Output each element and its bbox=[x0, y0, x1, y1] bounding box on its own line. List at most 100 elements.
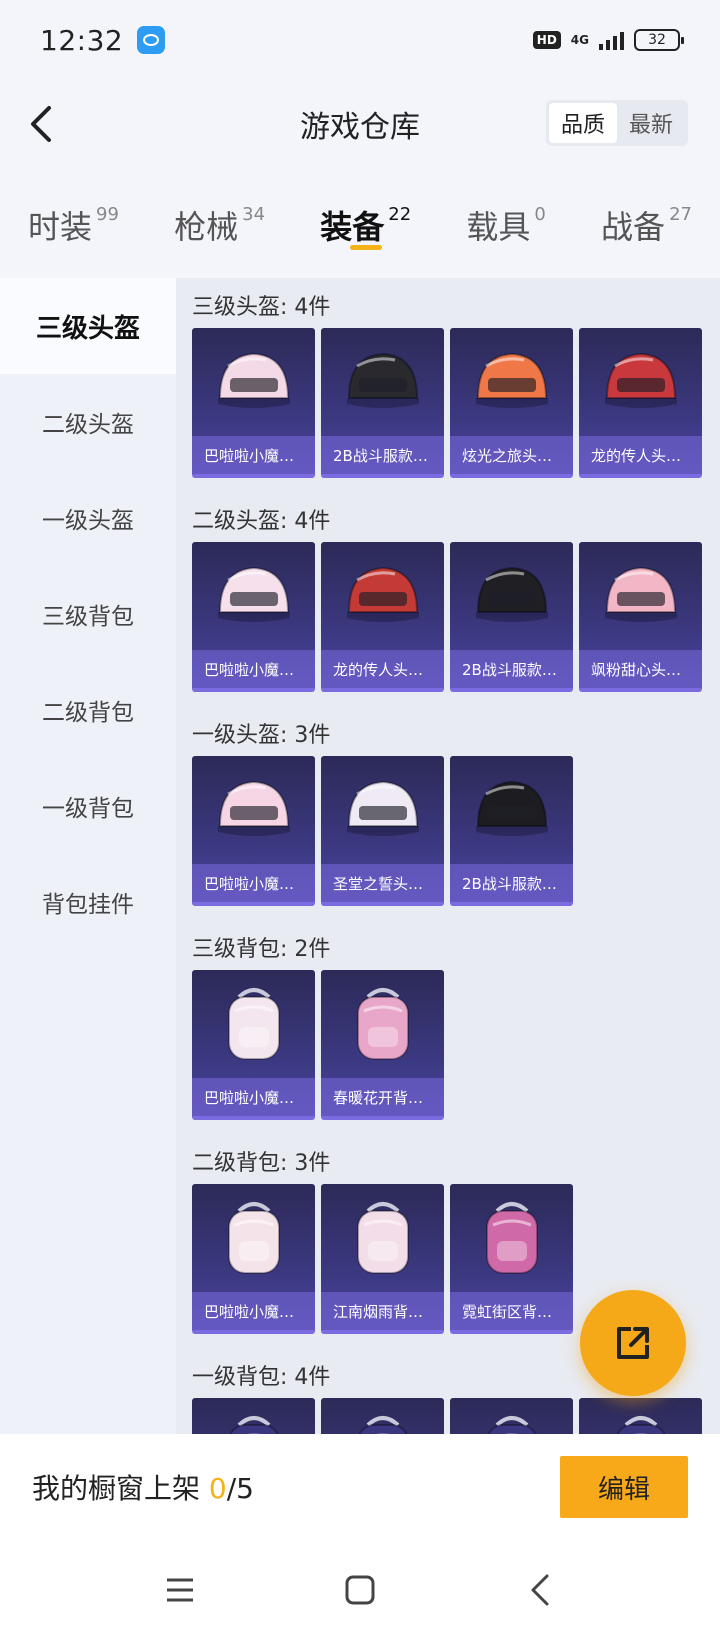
item-card[interactable]: 巴啦啦小魔… bbox=[192, 542, 315, 692]
item-card[interactable]: 霓虹街区背… bbox=[450, 1184, 573, 1334]
showcase-current-count: 0 bbox=[208, 1472, 227, 1505]
back-button[interactable] bbox=[18, 100, 66, 148]
sidebar-item-level3-backpack[interactable]: 三级背包 bbox=[0, 566, 176, 662]
sidebar-item-level1-helmet[interactable]: 一级头盔 bbox=[0, 470, 176, 566]
category-sidebar: 三级头盔 二级头盔 一级头盔 三级背包 二级背包 一级背包 背包挂件 bbox=[0, 278, 176, 1434]
helmet-icon bbox=[321, 546, 444, 650]
item-name: 巴啦啦小魔… bbox=[192, 1078, 315, 1116]
network-label: 4G bbox=[570, 33, 589, 47]
item-card[interactable]: 龙的传人头… bbox=[321, 542, 444, 692]
sidebar-item-level2-helmet[interactable]: 二级头盔 bbox=[0, 374, 176, 470]
item-card[interactable]: 春暖花开背… bbox=[321, 970, 444, 1120]
backpack-icon bbox=[450, 1188, 573, 1292]
showcase-label: 我的橱窗上架 0/5 bbox=[32, 1467, 254, 1507]
tab-label: 战备 bbox=[601, 208, 666, 246]
helmet-icon bbox=[192, 760, 315, 864]
tab-count: 99 bbox=[96, 204, 119, 225]
home-square-icon bbox=[345, 1575, 375, 1605]
item-name: 2B战斗服款… bbox=[450, 650, 573, 688]
status-indicators: HD 4G 32 bbox=[532, 29, 684, 51]
showcase-bar: 我的橱窗上架 0/5 编辑 bbox=[0, 1434, 720, 1540]
system-nav-bar bbox=[0, 1540, 720, 1640]
helmet-icon bbox=[450, 760, 573, 864]
back-nav-button[interactable] bbox=[520, 1570, 560, 1610]
item-name: 圣堂之誓头… bbox=[321, 864, 444, 902]
sort-newest-button[interactable]: 最新 bbox=[617, 103, 685, 143]
battery-level: 32 bbox=[648, 32, 666, 48]
item-name: 龙的传人头… bbox=[579, 436, 702, 474]
item-card[interactable]: 2B战斗服款… bbox=[321, 328, 444, 478]
tab-count: 0 bbox=[534, 204, 546, 225]
status-time: 12:32 bbox=[40, 23, 124, 57]
item-card[interactable] bbox=[579, 1398, 702, 1434]
item-name: 江南烟雨背… bbox=[321, 1292, 444, 1330]
item-grid: 巴啦啦小魔… 龙的传人头… 2B战斗服款… 飒粉甜心头… bbox=[192, 542, 720, 692]
menu-icon bbox=[167, 1578, 193, 1602]
backpack-icon bbox=[579, 1402, 702, 1434]
item-card[interactable]: 炫光之旅头… bbox=[450, 328, 573, 478]
item-card[interactable] bbox=[450, 1398, 573, 1434]
item-name: 龙的传人头… bbox=[321, 650, 444, 688]
showcase-title: 我的橱窗上架 bbox=[32, 1472, 201, 1505]
item-name: 2B战斗服款… bbox=[450, 864, 573, 902]
section-title: 三级背包: 2件 bbox=[192, 937, 331, 962]
backpack-icon bbox=[192, 974, 315, 1078]
tab-label: 时装 bbox=[28, 208, 93, 246]
tab-equipment[interactable]: 装备 22 bbox=[320, 190, 411, 260]
backpack-icon bbox=[321, 1402, 444, 1434]
tab-vehicles[interactable]: 载具 0 bbox=[466, 190, 545, 260]
tab-count: 34 bbox=[242, 204, 266, 225]
helmet-icon bbox=[321, 760, 444, 864]
helmet-icon bbox=[450, 332, 573, 436]
item-name: 炫光之旅头… bbox=[450, 436, 573, 474]
tab-supplies[interactable]: 战备 27 bbox=[601, 190, 692, 260]
edit-button[interactable]: 编辑 bbox=[560, 1456, 688, 1518]
sidebar-item-level3-helmet[interactable]: 三级头盔 bbox=[0, 278, 176, 374]
item-name: 巴啦啦小魔… bbox=[192, 864, 315, 902]
sidebar-item-level2-backpack[interactable]: 二级背包 bbox=[0, 662, 176, 758]
tab-label: 载具 bbox=[466, 208, 531, 246]
item-card[interactable]: 巴啦啦小魔… bbox=[192, 1184, 315, 1334]
showcase-total-count: /5 bbox=[226, 1472, 254, 1505]
item-card[interactable]: 龙的传人头… bbox=[579, 328, 702, 478]
item-grid: 巴啦啦小魔… 春暖花开背… bbox=[192, 970, 720, 1120]
home-nav-button[interactable] bbox=[340, 1570, 380, 1610]
chevron-left-icon bbox=[31, 106, 51, 142]
menu-nav-button[interactable] bbox=[160, 1570, 200, 1610]
item-card[interactable]: 2B战斗服款… bbox=[450, 542, 573, 692]
section-title: 一级头盔: 3件 bbox=[192, 723, 331, 748]
sort-quality-button[interactable]: 品质 bbox=[549, 103, 617, 143]
item-card[interactable] bbox=[321, 1398, 444, 1434]
item-name: 春暖花开背… bbox=[321, 1078, 444, 1116]
item-grid-area[interactable]: 三级头盔: 4件 巴啦啦小魔… 2B战斗服款… 炫光之旅头… 龙的传人头… 二级头盔: 4… bbox=[176, 278, 720, 1434]
tab-fashion[interactable]: 时装 99 bbox=[28, 190, 119, 260]
share-icon bbox=[617, 1327, 649, 1359]
section-title: 三级头盔: 4件 bbox=[192, 295, 331, 320]
sidebar-item-backpack-charm[interactable]: 背包挂件 bbox=[0, 854, 176, 950]
category-tabs: 时装 99 枪械 34 装备 22 载具 0 战备 27 bbox=[0, 190, 720, 270]
item-name: 霓虹街区背… bbox=[450, 1292, 573, 1330]
item-name: 飒粉甜心头… bbox=[579, 650, 702, 688]
tab-label: 装备 bbox=[320, 208, 385, 246]
sidebar-item-level1-backpack[interactable]: 一级背包 bbox=[0, 758, 176, 854]
item-card[interactable]: 巴啦啦小魔… bbox=[192, 328, 315, 478]
share-button[interactable] bbox=[580, 1290, 686, 1396]
section-title: 二级背包: 3件 bbox=[192, 1151, 331, 1176]
item-card[interactable] bbox=[192, 1398, 315, 1434]
item-card[interactable]: 2B战斗服款… bbox=[450, 756, 573, 906]
backpack-icon bbox=[321, 974, 444, 1078]
back-arrow-icon bbox=[531, 1574, 549, 1606]
item-grid: 巴啦啦小魔… 2B战斗服款… 炫光之旅头… 龙的传人头… bbox=[192, 328, 720, 478]
helmet-icon bbox=[579, 546, 702, 650]
item-grid: 巴啦啦小魔… 圣堂之誓头… 2B战斗服款… bbox=[192, 756, 720, 906]
item-card[interactable]: 圣堂之誓头… bbox=[321, 756, 444, 906]
active-tab-indicator bbox=[350, 245, 383, 250]
item-card[interactable]: 飒粉甜心头… bbox=[579, 542, 702, 692]
browser-app-icon bbox=[137, 26, 166, 54]
helmet-icon bbox=[579, 332, 702, 436]
item-card[interactable]: 巴啦啦小魔… bbox=[192, 756, 315, 906]
item-card[interactable]: 巴啦啦小魔… bbox=[192, 970, 315, 1120]
helmet-icon bbox=[192, 332, 315, 436]
tab-weapons[interactable]: 枪械 34 bbox=[174, 190, 265, 260]
item-card[interactable]: 江南烟雨背… bbox=[321, 1184, 444, 1334]
